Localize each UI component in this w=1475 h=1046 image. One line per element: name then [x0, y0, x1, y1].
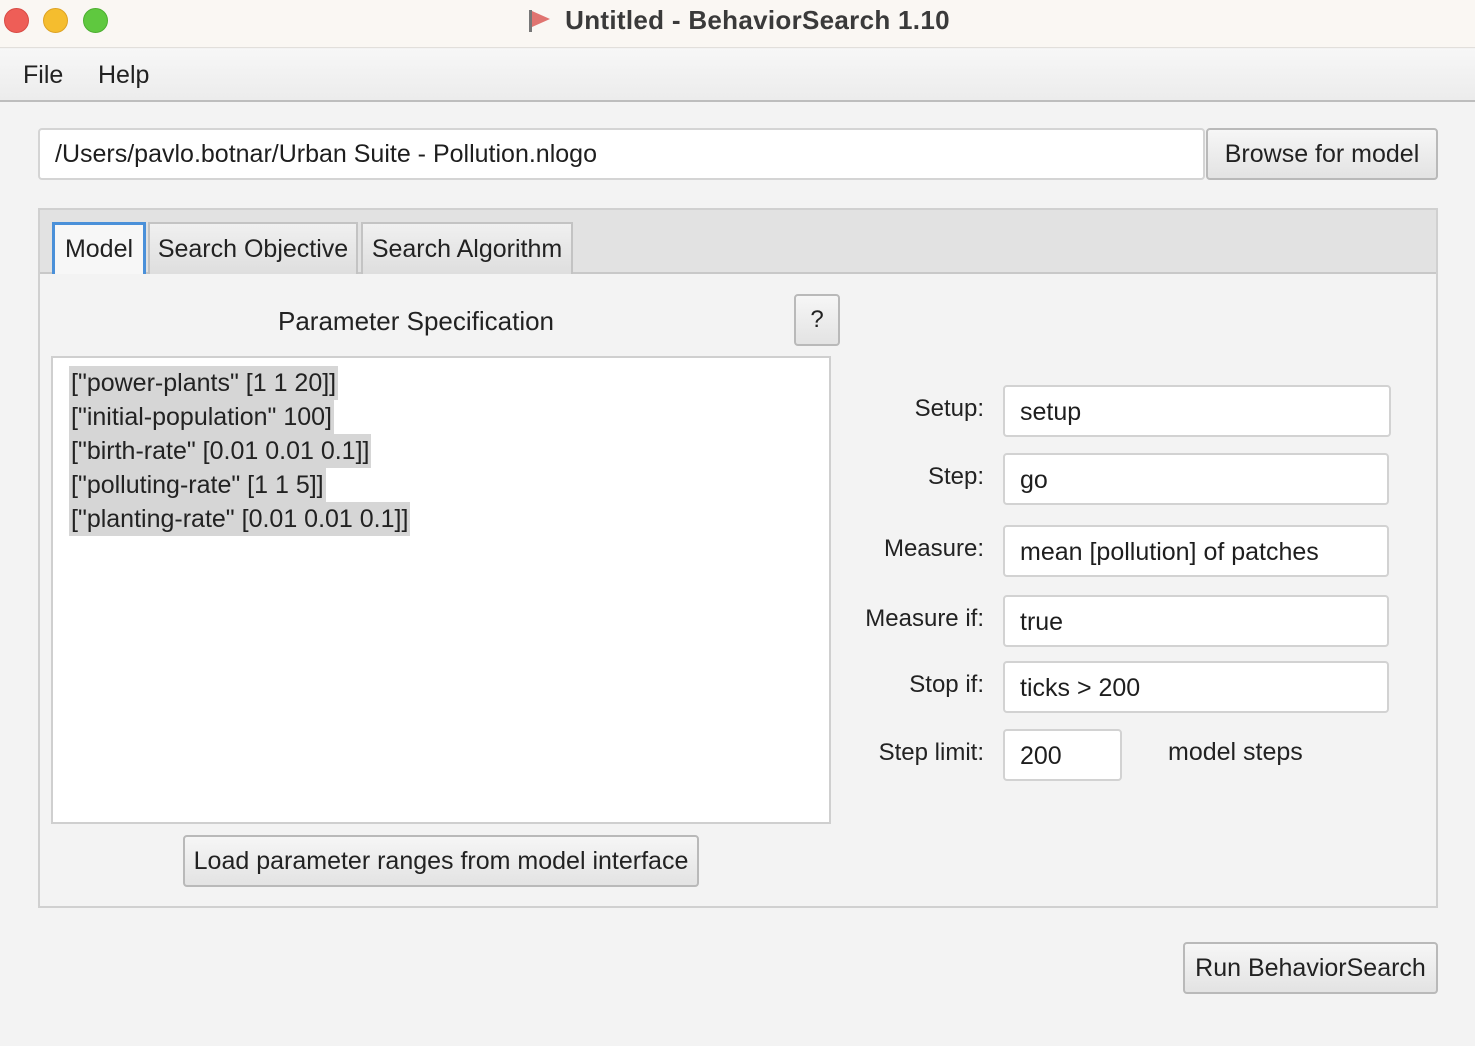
parameter-line: ["power-plants" [1 1 20]] [69, 366, 339, 400]
measure-if-input[interactable]: true [1003, 595, 1389, 647]
tab-search-algorithm[interactable]: Search Algorithm [361, 222, 573, 274]
stop-if-label: Stop if: [909, 671, 984, 698]
step-limit-label: Step limit: [878, 739, 984, 766]
model-path-field[interactable]: /Users/pavlo.botnar/Urban Suite - Pollut… [38, 128, 1205, 180]
measure-if-label: Measure if: [865, 605, 984, 632]
window-title: Untitled - BehaviorSearch 1.10 [565, 4, 950, 35]
title-bar: Untitled - BehaviorSearch 1.10 [0, 0, 1475, 48]
browse-for-model-button[interactable]: Browse for model [1206, 128, 1438, 180]
parameter-specification-title: Parameter Specification [278, 306, 555, 336]
parameter-line: ["polluting-rate" [1 1 5]] [69, 468, 326, 502]
app-flag-icon [525, 8, 553, 32]
menu-help[interactable]: Help [98, 61, 149, 90]
settings-tab-panel: Model Search Objective Search Algorithm … [38, 208, 1438, 908]
parameter-spec-textarea[interactable]: ["power-plants" [1 1 20]] ["initial-popu… [51, 356, 831, 824]
parameter-line: ["birth-rate" [0.01 0.01 0.1]] [69, 434, 372, 468]
stop-if-input[interactable]: ticks > 200 [1003, 661, 1389, 713]
run-behaviorsearch-button[interactable]: Run BehaviorSearch [1183, 942, 1438, 994]
tab-model[interactable]: Model [52, 222, 146, 274]
menu-file[interactable]: File [23, 61, 63, 90]
tab-search-objective[interactable]: Search Objective [148, 222, 358, 274]
tab-strip: Model Search Objective Search Algorithm [40, 210, 1436, 274]
window-title-group: Untitled - BehaviorSearch 1.10 [0, 0, 1475, 40]
menu-bar: File Help [0, 49, 1475, 102]
parameter-line: ["planting-rate" [0.01 0.01 0.1]] [69, 502, 411, 536]
step-limit-units: model steps [1168, 738, 1303, 766]
setup-input[interactable]: setup [1003, 385, 1391, 437]
step-input[interactable]: go [1003, 453, 1389, 505]
step-limit-input[interactable]: 200 [1003, 729, 1122, 781]
setup-label: Setup: [914, 395, 984, 422]
parameter-help-button[interactable]: ? [794, 294, 840, 346]
parameter-line: ["initial-population" 100] [69, 400, 334, 434]
measure-label: Measure: [883, 535, 984, 562]
load-parameter-ranges-button[interactable]: Load parameter ranges from model interfa… [183, 835, 699, 887]
step-label: Step: [927, 463, 984, 490]
measure-input[interactable]: mean [pollution] of patches [1003, 525, 1389, 577]
